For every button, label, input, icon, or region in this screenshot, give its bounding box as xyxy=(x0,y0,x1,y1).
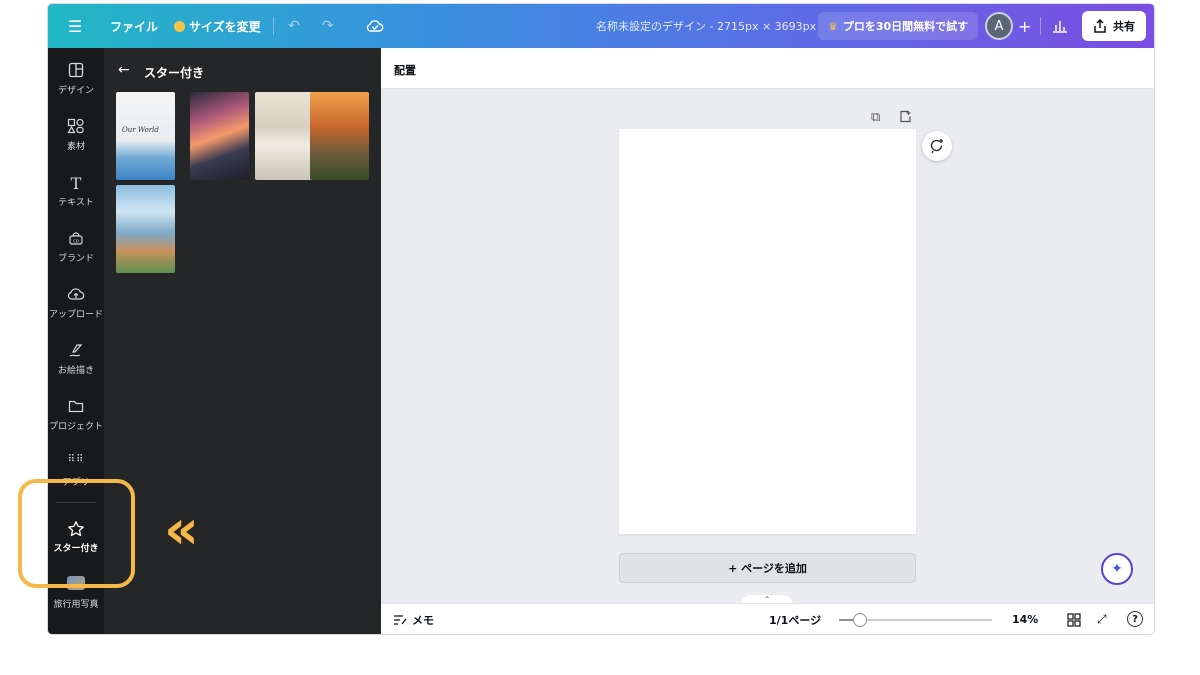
notes-button[interactable]: メモ xyxy=(393,604,434,634)
add-collaborator-icon[interactable]: + xyxy=(1018,4,1031,48)
zoom-slider[interactable] xyxy=(839,613,992,627)
magic-sparkle-icon[interactable]: ✦ xyxy=(1101,553,1133,585)
bottom-bar: メモ 1/1ページ 14% ⤢ ? xyxy=(381,603,1154,634)
rail-item-label: デザイン xyxy=(57,86,94,96)
rail-item-brand[interactable]: co ブランド xyxy=(48,230,104,264)
file-menu-button[interactable]: ファイル xyxy=(110,4,158,48)
template-thumbnail[interactable] xyxy=(190,92,249,180)
divider xyxy=(273,17,274,35)
crown-icon xyxy=(174,20,185,32)
try-pro-button[interactable]: ♛ プロを30日間無料で試す xyxy=(818,12,979,40)
hamburger-icon[interactable]: ☰ xyxy=(68,4,82,48)
folder-icon xyxy=(48,398,104,416)
cloud-save-icon[interactable] xyxy=(366,4,384,48)
rail-item-label: プロジェクト xyxy=(48,422,103,432)
shapes-icon xyxy=(48,118,104,136)
notes-label: メモ xyxy=(412,613,434,627)
back-arrow-icon[interactable]: ← xyxy=(118,62,130,78)
template-thumbnail[interactable] xyxy=(310,92,369,180)
rail-item-design[interactable]: デザイン xyxy=(48,62,104,96)
zoom-slider-handle[interactable] xyxy=(853,613,868,627)
resize-button[interactable]: サイズを変更 xyxy=(174,4,261,48)
template-thumbnail[interactable] xyxy=(255,92,314,180)
rail-item-projects[interactable]: プロジェクト xyxy=(48,398,104,432)
layout-icon xyxy=(48,62,104,80)
highlight-annotation xyxy=(18,479,135,588)
undo-icon[interactable]: ↶ xyxy=(288,4,300,48)
brand-icon: co xyxy=(48,230,104,248)
template-thumbnail[interactable] xyxy=(116,185,175,273)
svg-text:co: co xyxy=(73,239,79,245)
crown-icon: ♛ xyxy=(828,19,838,33)
comment-add-icon[interactable] xyxy=(922,131,952,161)
share-upload-icon xyxy=(1094,19,1106,33)
duplicate-page-icon[interactable]: ⧉ xyxy=(871,110,880,125)
panel-title: スター付き xyxy=(144,66,205,80)
arrange-button[interactable]: 配置 xyxy=(394,62,416,78)
canva-editor-window: ☰ ファイル サイズを変更 ↶ ↷ 名称未設定のデザイン - 2715px × … xyxy=(48,4,1154,634)
top-bar: ☰ ファイル サイズを変更 ↶ ↷ 名称未設定のデザイン - 2715px × … xyxy=(48,4,1154,48)
context-toolbar: 配置 xyxy=(381,48,1154,89)
rail-item-label: お絵描き xyxy=(57,366,94,376)
rail-item-uploads[interactable]: アップロード xyxy=(48,286,104,320)
help-icon[interactable]: ? xyxy=(1127,611,1143,627)
template-thumbnail-text: Our World xyxy=(122,126,159,134)
rail-item-label: テキスト xyxy=(58,198,94,208)
zoom-percentage[interactable]: 14% xyxy=(1012,604,1038,634)
rail-item-label: 旅行用写真 xyxy=(53,600,99,610)
add-page-button[interactable]: + ページを追加 xyxy=(619,553,916,583)
rail-item-text[interactable]: T テキスト xyxy=(48,174,104,208)
cloud-upload-icon xyxy=(48,286,104,304)
draw-icon xyxy=(48,342,104,360)
apps-grid-icon: ⠿⠿ xyxy=(67,454,85,465)
starred-panel: ← スター付き Our World xyxy=(104,48,381,634)
avatar[interactable]: A xyxy=(985,12,1013,40)
template-thumbnail[interactable]: Our World xyxy=(116,92,175,180)
page-count[interactable]: 1/1ページ xyxy=(769,604,821,634)
rail-item-elements[interactable]: 素材 xyxy=(48,118,104,152)
fullscreen-icon[interactable]: ⤢ xyxy=(1097,604,1107,634)
rail-item-label: 素材 xyxy=(66,142,85,152)
double-chevron-left-annotation: « xyxy=(164,498,199,561)
design-canvas-page[interactable] xyxy=(619,129,916,534)
rail-item-label: ブランド xyxy=(57,254,94,264)
rail-item-draw[interactable]: お絵描き xyxy=(48,342,104,376)
editor-area: 配置 ⧉ + ページを追加 ⌃ ✦ メモ 1/1ページ 14% ⤢ ? xyxy=(381,48,1154,634)
insights-chart-icon[interactable] xyxy=(1052,4,1068,48)
resize-label: サイズを変更 xyxy=(189,19,261,34)
redo-icon[interactable]: ↷ xyxy=(322,4,334,48)
try-pro-label: プロを30日間無料で試す xyxy=(842,20,969,33)
document-title[interactable]: 名称未設定のデザイン - 2715px × 3693px xyxy=(596,4,816,48)
share-label: 共有 xyxy=(1113,20,1135,33)
rail-item-label: アップロード xyxy=(48,310,103,320)
share-button[interactable]: 共有 xyxy=(1082,11,1146,41)
grid-view-icon[interactable] xyxy=(1067,604,1081,634)
add-page-icon[interactable] xyxy=(899,110,912,127)
text-icon: T xyxy=(70,174,82,193)
notes-icon xyxy=(394,614,407,625)
divider xyxy=(1040,17,1041,35)
